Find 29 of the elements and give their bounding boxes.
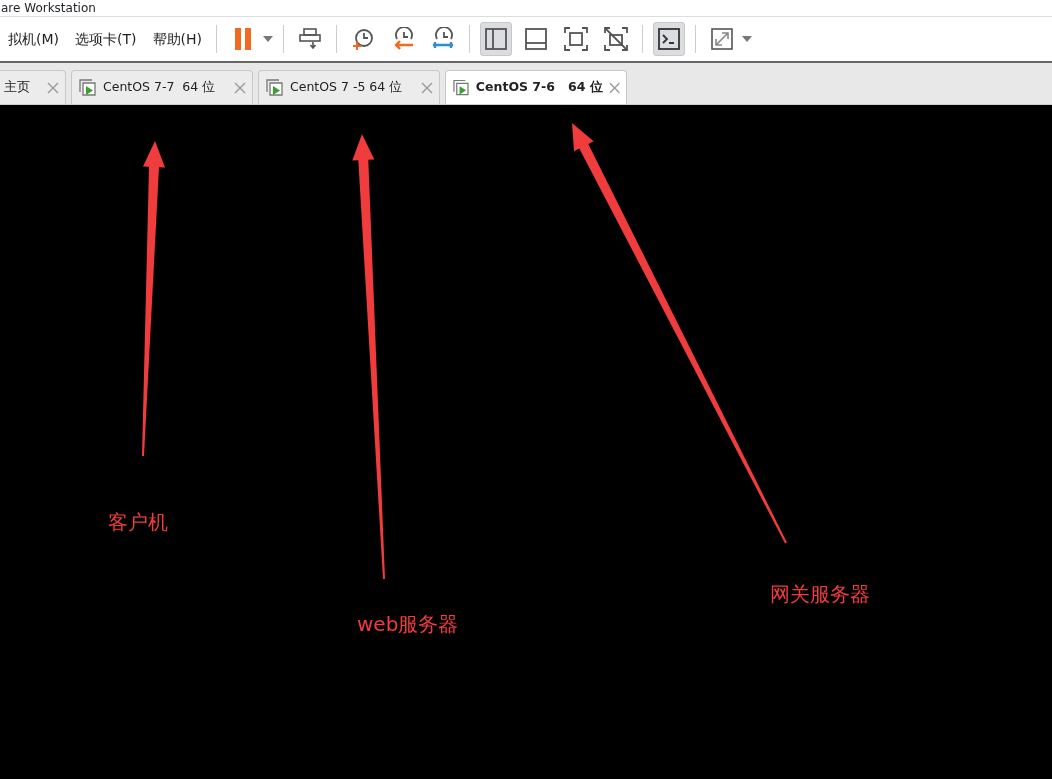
annotation-label: 网关服务器 [770,581,870,608]
tab[interactable]: CentOS 7-7 64 位 [71,70,253,104]
vm-play-icon [79,78,97,97]
caret-icon [741,36,752,42]
menu-item[interactable]: 帮助(H) [144,28,210,50]
window-title: are Workstation [0,0,1052,17]
keyboard-send-icon [297,27,322,51]
bottom-panel-icon [524,28,547,50]
vm-play-icon [453,78,470,97]
vm-play-icon [266,78,284,97]
sidebar-layout-icon [484,28,507,50]
tab[interactable]: 主页 [0,70,66,104]
annotation-label: web服务器 [357,611,459,638]
expand-arrows-icon [710,28,733,50]
caret-icon [262,36,273,42]
tab[interactable]: CentOS 7 -5 64 位 [258,70,440,104]
terminal-icon [657,28,680,50]
menu-item[interactable]: 拟机(M) [0,28,67,50]
clock-plus-icon [350,27,375,51]
terminal-button[interactable] [652,22,685,56]
fullscreen-icon [563,27,588,51]
close-icon[interactable] [608,81,620,94]
menu-item[interactable]: 选项卡(T) [67,28,145,50]
tab[interactable]: CentOS 7-6 64 位 [445,70,627,104]
crossed-window-icon [603,27,628,51]
pause-icon [233,28,252,50]
clock-wrench-icon [430,27,455,51]
annotation-label: 客户机 [108,509,168,536]
sidebar-layout-button[interactable] [479,22,512,56]
